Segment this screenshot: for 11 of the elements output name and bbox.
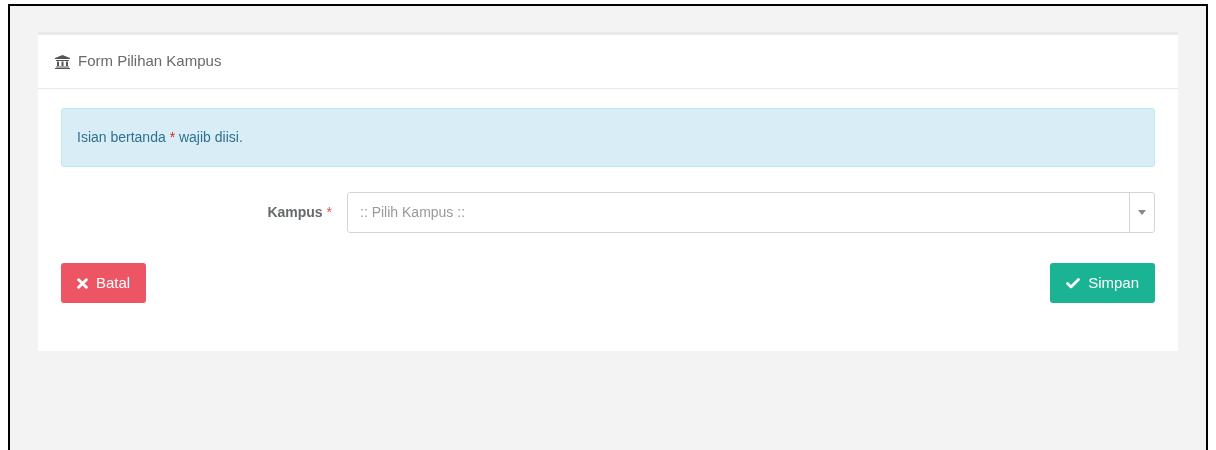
caret-icon bbox=[1138, 210, 1146, 215]
panel-title: Form Pilihan Kampus bbox=[78, 51, 222, 72]
field-label: Kampus * bbox=[267, 203, 332, 222]
alert-text: Isian bertanda * wajib diisi. bbox=[77, 128, 243, 147]
cancel-button[interactable]: Batal bbox=[61, 263, 147, 303]
campus-select[interactable]: :: Pilih Kampus :: bbox=[347, 192, 1155, 233]
select-placeholder: :: Pilih Kampus :: bbox=[359, 203, 467, 222]
close-icon bbox=[77, 277, 88, 289]
save-button[interactable]: Simpan bbox=[1050, 263, 1155, 303]
check-icon bbox=[1066, 277, 1081, 289]
bank-icon bbox=[55, 54, 70, 69]
